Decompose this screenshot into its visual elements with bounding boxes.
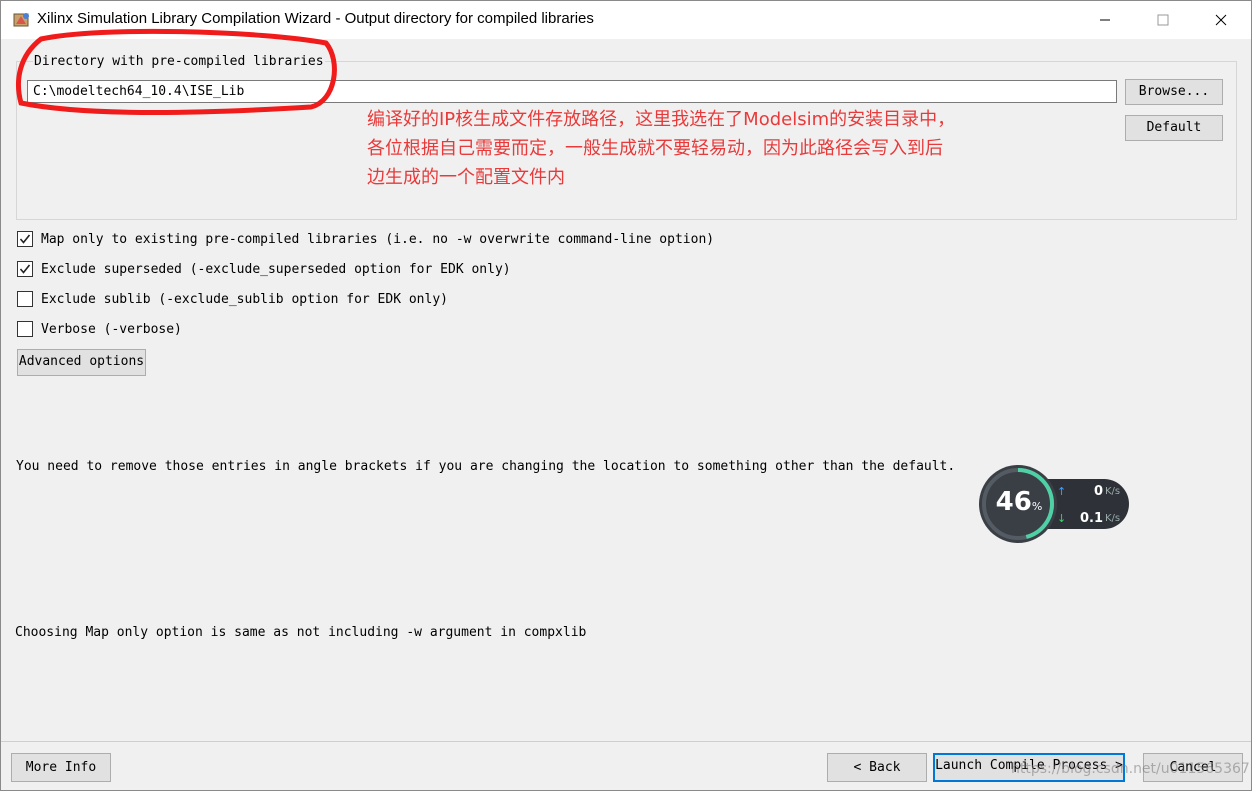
directory-input[interactable]	[27, 80, 1117, 103]
download-speed: ↓ 0.1 K/s	[1057, 509, 1127, 527]
checkmark-icon	[19, 264, 31, 274]
option-exclude-sublib[interactable]: Exclude sublib (-exclude_sublib option f…	[17, 289, 448, 309]
launch-compile-button[interactable]: Launch Compile Process >	[933, 753, 1125, 782]
default-button[interactable]: Default	[1125, 115, 1223, 141]
cpu-percent-unit: %	[1031, 500, 1043, 513]
checkmark-icon	[19, 234, 31, 244]
close-button[interactable]	[1192, 1, 1250, 39]
checkbox-exclude-sublib[interactable]	[17, 291, 33, 307]
wizard-window: Xilinx Simulation Library Compilation Wi…	[0, 0, 1252, 791]
annotation-line: 编译好的IP核生成文件存放路径，这里我选在了Modelsim的安装目录中，	[367, 109, 956, 130]
minimize-icon	[1100, 19, 1110, 21]
network-speed-widget[interactable]: 46% ↑ 0 K/s ↓ 0.1 K/s	[979, 465, 1131, 543]
checkbox-map-only[interactable]	[17, 231, 33, 247]
window-title: Xilinx Simulation Library Compilation Wi…	[37, 10, 594, 27]
minimize-button[interactable]	[1076, 1, 1134, 39]
option-label: Verbose (-verbose)	[41, 321, 182, 337]
cancel-button[interactable]: Cancel	[1143, 753, 1243, 782]
back-button[interactable]: < Back	[827, 753, 927, 782]
option-exclude-superseded[interactable]: Exclude superseded (-exclude_superseded …	[17, 259, 511, 279]
cpu-gauge: 46%	[979, 465, 1057, 543]
advanced-options-button[interactable]: Advanced options	[17, 349, 146, 376]
download-arrow-icon: ↓	[1057, 511, 1067, 525]
checkbox-exclude-superseded[interactable]	[17, 261, 33, 277]
option-verbose[interactable]: Verbose (-verbose)	[17, 319, 182, 339]
cpu-percent: 46%	[993, 487, 1045, 517]
annotation-line: 各位根据自己需要而定，一般生成就不要轻易动，因为此路径会写入到后	[367, 138, 943, 159]
maximize-icon	[1157, 14, 1169, 26]
upload-value: 0	[1093, 483, 1103, 499]
cpu-percent-value: 46	[995, 487, 1032, 517]
option-label: Exclude sublib (-exclude_sublib option f…	[41, 291, 448, 307]
annotation-line: 边生成的一个配置文件内	[367, 167, 565, 188]
close-icon	[1215, 14, 1227, 26]
angle-brackets-note: You need to remove those entries in angl…	[16, 459, 956, 474]
option-label: Map only to existing pre-compiled librar…	[41, 231, 715, 247]
directory-label: Directory with pre-compiled libraries	[33, 54, 325, 69]
upload-speed: ↑ 0 K/s	[1057, 482, 1127, 500]
more-info-button[interactable]: More Info	[11, 753, 111, 782]
chinese-annotation: 编译好的IP核生成文件存放路径，这里我选在了Modelsim的安装目录中， 各位…	[367, 105, 1067, 192]
checkbox-verbose[interactable]	[17, 321, 33, 337]
maximize-button[interactable]	[1134, 1, 1192, 39]
title-bar: Xilinx Simulation Library Compilation Wi…	[1, 1, 1251, 39]
footer-separator	[1, 741, 1251, 742]
upload-unit: K/s	[1105, 485, 1121, 497]
map-only-note: Choosing Map only option is same as not …	[15, 625, 587, 640]
download-unit: K/s	[1105, 512, 1121, 524]
option-map-only[interactable]: Map only to existing pre-compiled librar…	[17, 229, 714, 249]
upload-arrow-icon: ↑	[1057, 484, 1067, 498]
option-label: Exclude superseded (-exclude_superseded …	[41, 261, 511, 277]
download-value: 0.1	[1079, 510, 1103, 526]
xilinx-app-icon	[13, 13, 29, 27]
browse-button[interactable]: Browse...	[1125, 79, 1223, 105]
